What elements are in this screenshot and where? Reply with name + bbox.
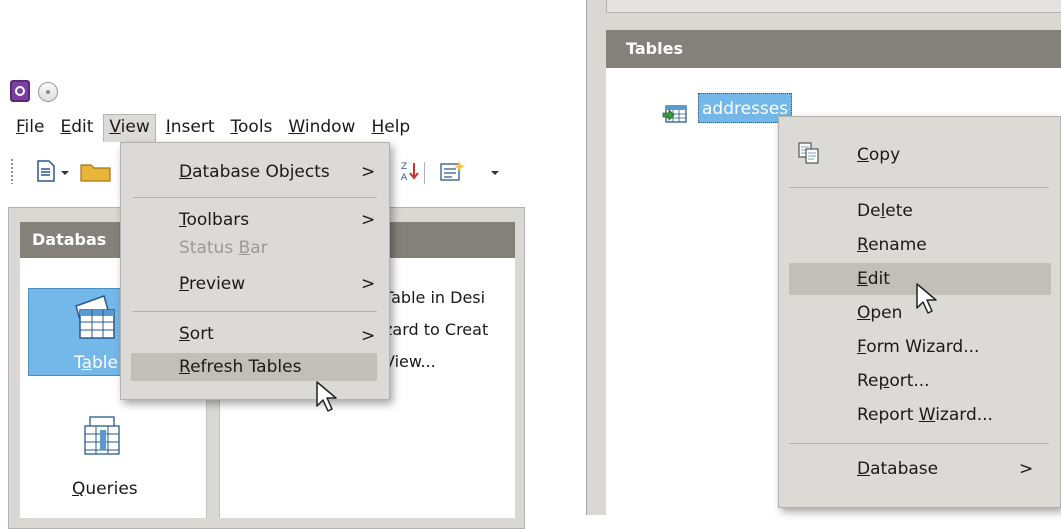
menu-file[interactable]: File: [10, 114, 50, 142]
view-menu: Database Objects > Toolbars > Status Bar…: [120, 142, 390, 400]
sidebar-label-tables: Table: [74, 353, 118, 373]
svg-text:A: A: [401, 173, 408, 182]
table-icon: [662, 105, 687, 123]
svg-text:Z: Z: [401, 162, 407, 172]
menu-insert[interactable]: Insert: [160, 114, 221, 142]
form-wizard-icon[interactable]: [440, 160, 466, 182]
menu-item-database-objects[interactable]: Database Objects: [179, 159, 330, 185]
open-folder-icon[interactable]: [80, 160, 120, 182]
context-item-delete[interactable]: Delete: [857, 195, 913, 227]
wizard-dropdown-icon[interactable]: [490, 170, 500, 176]
menu-window[interactable]: Window: [282, 114, 361, 142]
menu-help[interactable]: Help: [365, 114, 416, 142]
menu-item-toolbars[interactable]: Toolbars: [179, 207, 249, 233]
tables-icon: [75, 295, 115, 339]
menu-item-sort[interactable]: Sort: [179, 321, 214, 347]
new-document-icon[interactable]: [36, 160, 56, 182]
task-create-table-design[interactable]: Table in Desi: [384, 288, 485, 307]
tables-pane-header: Tables: [606, 30, 1061, 68]
menu-item-status-bar: Status Bar: [179, 238, 268, 258]
context-item-report-wizard[interactable]: Report Wizard...: [857, 399, 993, 431]
menu-item-preview[interactable]: Preview: [179, 271, 245, 297]
submenu-arrow-icon: >: [361, 326, 376, 346]
submenu-arrow-icon: >: [1019, 459, 1034, 479]
mouse-pointer-icon: [916, 283, 937, 314]
menu-edit[interactable]: Edit: [54, 114, 99, 142]
menu-separator: [789, 187, 1049, 188]
submenu-arrow-icon: >: [361, 274, 376, 294]
context-item-database[interactable]: Database: [857, 453, 938, 485]
context-item-form-wizard[interactable]: Form Wizard...: [857, 331, 979, 363]
menu-tools[interactable]: Tools: [225, 114, 279, 142]
submenu-arrow-icon: >: [361, 162, 376, 182]
menu-separator: [133, 311, 377, 312]
submenu-arrow-icon: >: [361, 210, 376, 230]
window-menu-button[interactable]: [38, 82, 58, 102]
context-item-rename[interactable]: Rename: [857, 229, 927, 261]
copy-icon: [798, 142, 819, 164]
task-use-wizard[interactable]: zard to Creat: [384, 320, 488, 339]
sort-descending-icon[interactable]: Z A: [400, 160, 420, 182]
context-item-copy[interactable]: Copy: [857, 139, 900, 171]
new-dropdown-icon[interactable]: [60, 170, 70, 176]
context-item-report[interactable]: Report...: [857, 365, 930, 397]
toolbar-grip[interactable]: [10, 158, 14, 184]
context-item-edit[interactable]: Edit: [857, 263, 890, 295]
task-create-view[interactable]: View...: [384, 352, 436, 371]
menubar: File Edit View Insert Tools Window Help: [10, 114, 420, 142]
libreoffice-base-icon: [10, 80, 30, 102]
left-window: File Edit View Insert Tools Window Help …: [0, 0, 525, 529]
menu-separator: [789, 443, 1049, 444]
toolbar-separator: [424, 162, 425, 184]
context-item-open[interactable]: Open: [857, 297, 902, 329]
menu-view[interactable]: View: [103, 114, 156, 142]
mouse-pointer-icon: [316, 381, 337, 412]
queries-icon[interactable]: [82, 416, 122, 456]
right-window-top-border: [606, 0, 1061, 13]
menu-item-refresh-tables[interactable]: Refresh Tables: [179, 354, 301, 380]
menu-separator: [133, 197, 377, 198]
sidebar-label-queries[interactable]: Queries: [72, 478, 138, 500]
